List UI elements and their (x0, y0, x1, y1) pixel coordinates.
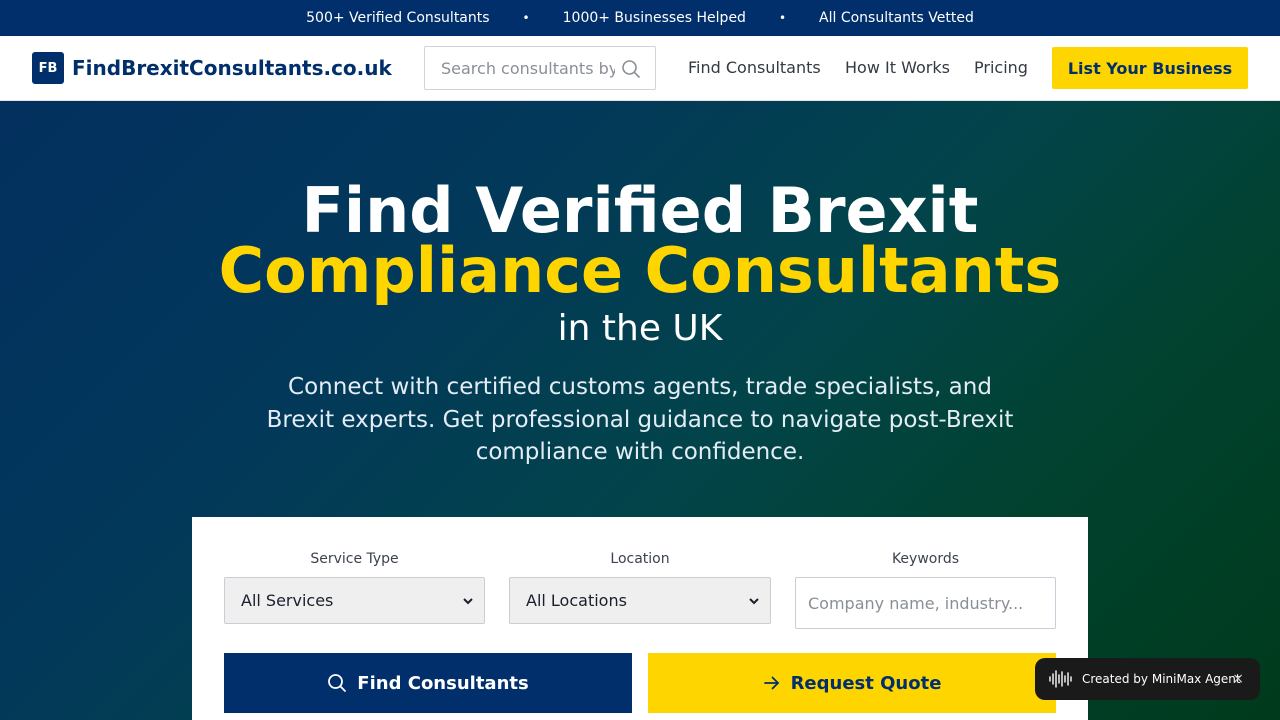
chevron-down-icon (463, 598, 473, 605)
find-consultants-label: Find Consultants (357, 672, 529, 694)
location-select[interactable]: All Locations (509, 577, 771, 624)
search-icon (328, 674, 347, 692)
soundwave-icon (1049, 670, 1072, 688)
hero-subtitle: Connect with certified customs agents, t… (266, 374, 1014, 465)
nav-how-it-works[interactable]: How It Works (845, 58, 950, 78)
location-label: Location (610, 551, 670, 567)
request-quote-button[interactable]: Request Quote (648, 653, 1056, 713)
service-type-value: All Services (241, 591, 334, 610)
stat-businesses-helped: 1000+ Businesses Helped (562, 10, 746, 26)
stat-separator: • (522, 11, 530, 25)
find-consultants-button[interactable]: Find Consultants (224, 653, 632, 713)
keywords-input[interactable] (795, 577, 1056, 629)
header-search (424, 46, 656, 90)
nav-pricing[interactable]: Pricing (974, 58, 1028, 78)
nav-find-consultants[interactable]: Find Consultants (688, 58, 821, 78)
service-type-select[interactable]: All Services (224, 577, 485, 624)
search-panel: Service Type Location Keywords All Servi… (192, 517, 1088, 720)
hero-section: Find Verified Brexit Compliance Consulta… (0, 101, 1280, 720)
close-icon[interactable]: × (1232, 670, 1244, 688)
arrow-right-icon (763, 676, 779, 690)
hero-title-line2: Compliance Consultants (218, 234, 1062, 307)
search-input[interactable] (425, 47, 615, 89)
logo-text[interactable]: FindBrexitConsultants.co.uk (72, 54, 392, 82)
keywords-label: Keywords (891, 551, 960, 567)
list-your-business-button[interactable]: List Your Business (1052, 47, 1248, 89)
stat-verified-consultants: 500+ Verified Consultants (306, 10, 490, 26)
created-by-text: Created by MiniMax Agent (1082, 672, 1241, 686)
search-icon[interactable] (621, 59, 641, 79)
stat-consultants-vetted: All Consultants Vetted (819, 10, 974, 26)
hero-title-line3: in the UK (557, 308, 723, 349)
chevron-down-icon (749, 598, 759, 605)
request-quote-label: Request Quote (790, 672, 942, 694)
created-by-badge[interactable]: Created by MiniMax Agent × (1035, 658, 1260, 700)
stat-separator: • (778, 11, 787, 25)
logo-badge[interactable]: FB (32, 52, 64, 84)
site-header: FB FindBrexitConsultants.co.uk Find Cons… (0, 36, 1280, 101)
location-value: All Locations (526, 591, 627, 610)
service-type-label: Service Type (310, 551, 399, 567)
top-stats-bar: 500+ Verified Consultants • 1000+ Busine… (0, 0, 1280, 36)
